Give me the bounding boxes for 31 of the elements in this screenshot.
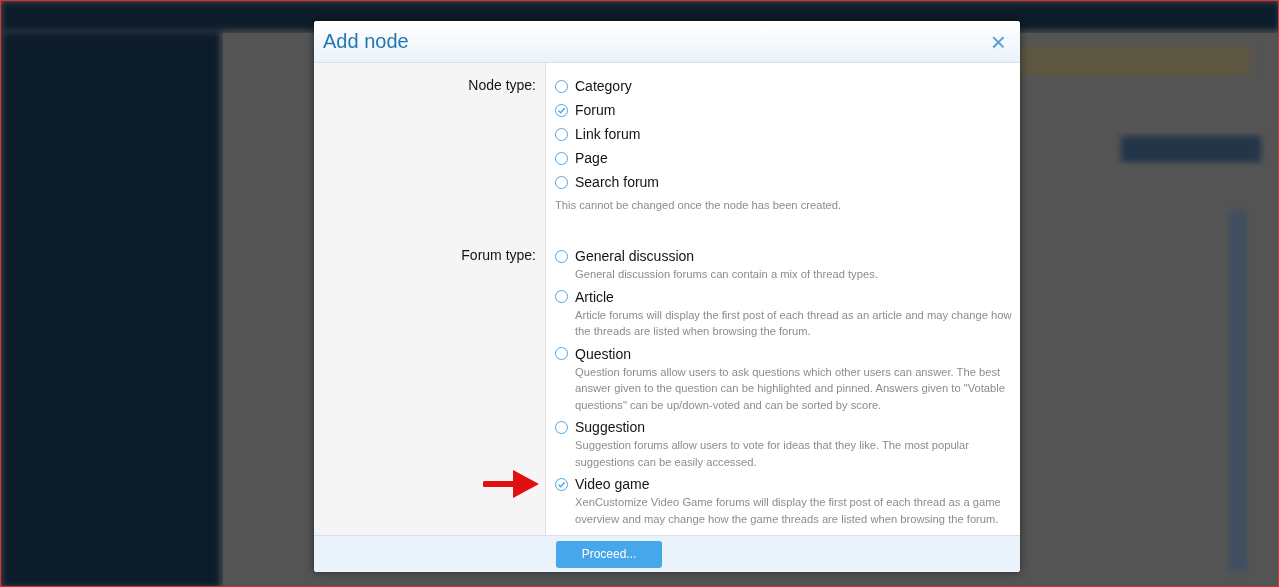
option-description: XenCustomize Video Game forums will display the first post of each thread as a game overview and may change how the game threads are listed when browsing the forum. <box>575 495 1002 527</box>
option-label: Forum <box>575 102 616 118</box>
option-description: General discussion forums can contain a mix of thread types. <box>575 267 879 282</box>
option-label: Category <box>575 78 632 94</box>
radio-option[interactable]: Suggestion <box>555 417 1014 437</box>
explain-text: This cannot be changed once the node has been created. <box>555 199 843 211</box>
radio-option[interactable]: General discussion <box>555 246 1014 266</box>
option-description: Article forums will display the first post of each thread as an article and may change how the threads are listed when browsing the forum. <box>575 307 1013 339</box>
option-description: Suggestion forums allow users to vote for ideas that they like. The most popular suggestions can be easily accessed. <box>575 438 971 470</box>
option-label: Suggestion <box>575 419 646 435</box>
option-label: Page <box>575 150 608 166</box>
option-label: Link forum <box>575 126 641 142</box>
radio-option[interactable]: Category <box>555 76 1014 96</box>
field-label: Node type: <box>314 63 546 233</box>
option-label: Article <box>575 288 614 305</box>
radio-option[interactable]: Link forum <box>555 124 1014 144</box>
radio-option[interactable]: Question <box>555 343 1014 364</box>
field-label: Forum type: <box>314 233 546 535</box>
radio-option[interactable]: Page <box>555 148 1014 168</box>
dialog-title: Add node <box>323 30 409 53</box>
radio-option[interactable]: Video game <box>555 474 1014 494</box>
check-icon <box>557 479 566 489</box>
check-icon <box>557 105 566 115</box>
option-label: General discussion <box>575 248 695 264</box>
option-label: Question <box>575 345 632 362</box>
radio-option[interactable]: Article <box>555 286 1014 307</box>
option-label: Search forum <box>575 174 660 190</box>
radio-option[interactable]: Forum <box>555 100 1014 120</box>
option-description: Question forums allow users to ask questions which other users can answer. The best answer given to the question can be highlighted and pinned. Answers given to "Votable questions" can be up/down-voted and can be sorted by score. <box>575 364 1007 413</box>
radio-option[interactable]: Search forum <box>555 172 1014 192</box>
option-label: Video game <box>575 476 650 492</box>
